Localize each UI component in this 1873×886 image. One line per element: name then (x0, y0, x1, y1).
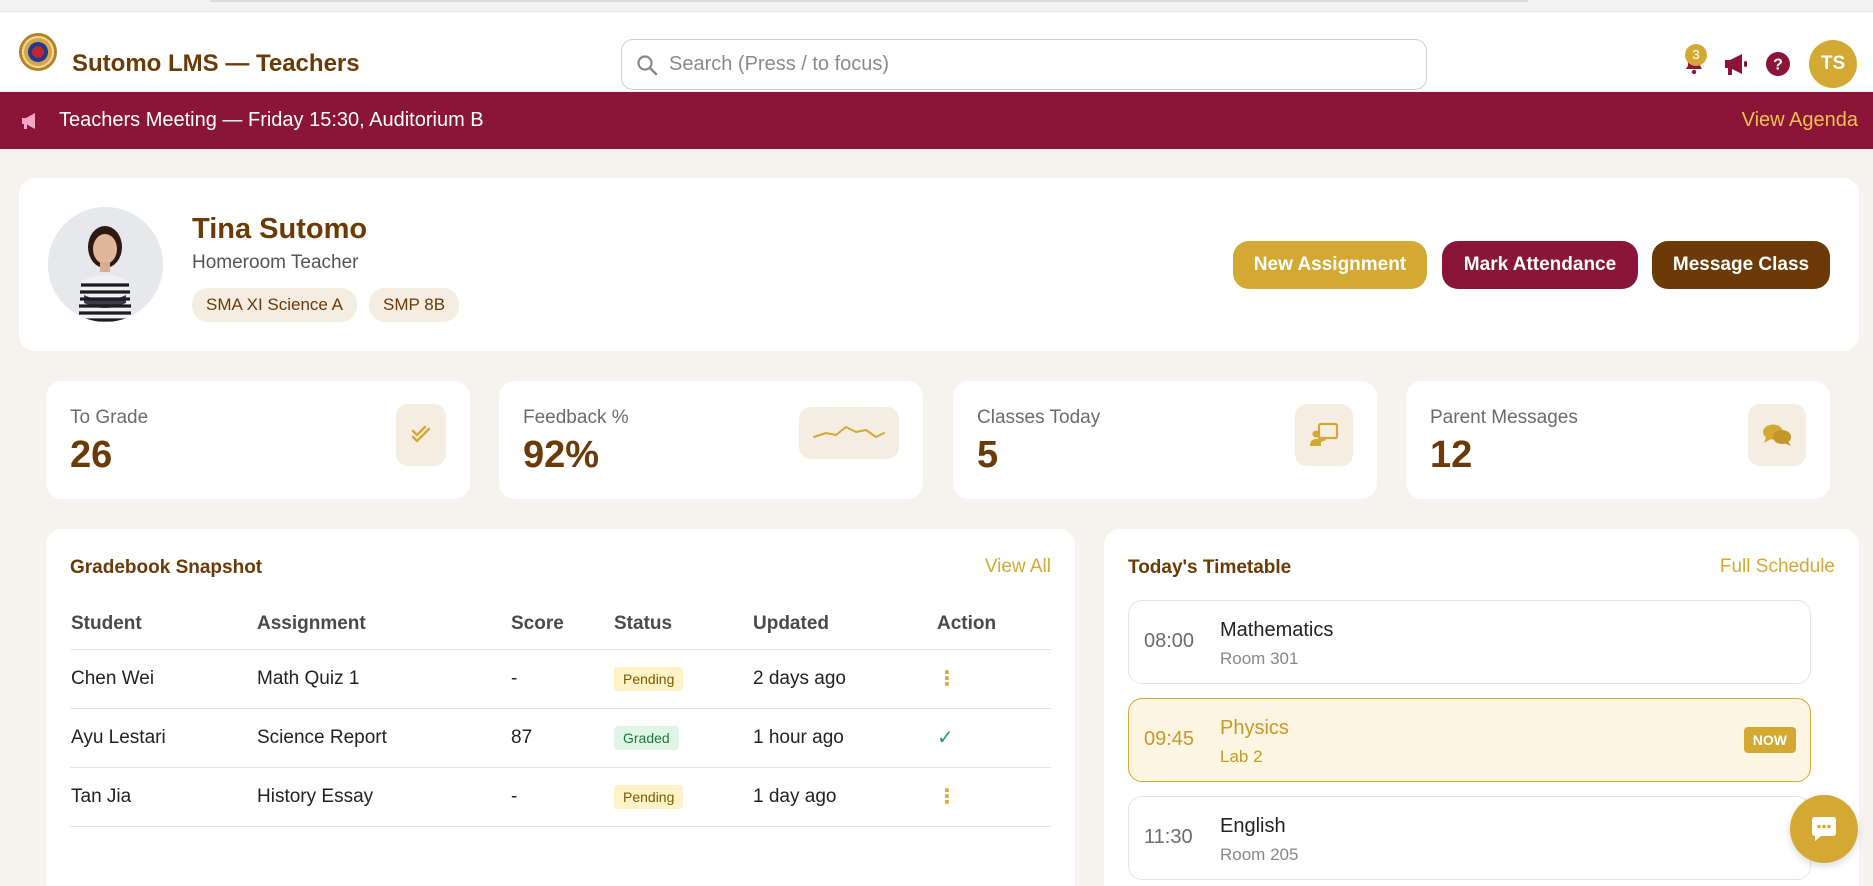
app-title: Sutomo LMS — Teachers (72, 50, 360, 77)
status-badge: Graded (614, 725, 679, 750)
timetable-slot[interactable]: 11:30 English Room 205 (1128, 796, 1811, 880)
column-header[interactable]: Status (613, 599, 752, 650)
teacher-portrait-image (48, 207, 163, 322)
slot-time: 09:45 (1144, 728, 1195, 750)
sparkline-icon (799, 407, 899, 459)
timetable-slot[interactable]: 08:00 Mathematics Room 301 (1128, 600, 1811, 684)
teacher-board-icon (1295, 404, 1353, 466)
score: - (510, 649, 613, 709)
stat-label: Classes Today (977, 407, 1101, 428)
status-badge: Pending (614, 784, 684, 809)
full-schedule-link[interactable]: Full Schedule (1720, 556, 1835, 578)
search-input[interactable] (669, 40, 1409, 89)
student-name: Tan Jia (70, 767, 256, 827)
assignment-name: Science Report (256, 708, 510, 768)
megaphone-icon (1725, 54, 1747, 75)
stat-card-parent-messages[interactable]: Parent Messages 12 (1406, 381, 1830, 499)
announcements-button[interactable] (1720, 48, 1752, 80)
notification-badge: 3 (1685, 44, 1707, 66)
announcement-bar: Teachers Meeting — Friday 15:30, Auditor… (0, 92, 1873, 149)
stat-label: To Grade (70, 407, 149, 428)
kebab-icon[interactable]: ⋮ (937, 786, 957, 808)
gradebook-panel: Gradebook Snapshot View All Student Assi… (46, 529, 1075, 886)
panel-title: Today's Timetable (1128, 557, 1292, 578)
slot-subject: Physics (1220, 717, 1289, 739)
stat-card-to-grade[interactable]: To Grade 26 (46, 381, 470, 499)
assignment-name: Math Quiz 1 (256, 649, 510, 709)
slot-room: Room 301 (1220, 649, 1299, 668)
gradebook-table: Student Assignment Score Status Updated … (70, 599, 1051, 827)
stat-label: Feedback % (523, 407, 629, 428)
view-all-link[interactable]: View All (985, 556, 1051, 578)
status-badge: Pending (614, 666, 684, 691)
stat-value: 5 (977, 434, 999, 476)
stat-value: 26 (70, 434, 113, 476)
slot-time: 08:00 (1144, 630, 1195, 652)
stat-label: Parent Messages (1430, 407, 1578, 428)
score: 87 (510, 708, 613, 768)
score: - (510, 767, 613, 827)
panel-title: Gradebook Snapshot (70, 557, 263, 578)
kebab-icon[interactable]: ⋮ (937, 668, 957, 690)
table-row[interactable]: Chen Wei Math Quiz 1 - Pending 2 days ag… (70, 649, 1051, 709)
chat-icon (1812, 817, 1836, 841)
column-header[interactable]: Updated (752, 599, 936, 650)
updated-time: 1 hour ago (752, 708, 936, 768)
school-logo[interactable] (19, 33, 57, 71)
slot-time: 11:30 (1144, 826, 1193, 848)
megaphone-icon (22, 113, 35, 129)
teacher-role: Homeroom Teacher (192, 252, 359, 273)
student-name: Ayu Lestari (70, 708, 256, 768)
check-icon: ✓ (937, 727, 954, 749)
search-box[interactable] (621, 39, 1427, 90)
view-agenda-link[interactable]: View Agenda (1742, 109, 1858, 132)
slot-subject: English (1220, 815, 1286, 837)
column-header: Action (936, 599, 1051, 650)
table-row[interactable]: Ayu Lestari Science Report 87 Graded 1 h… (70, 708, 1051, 768)
column-header[interactable]: Student (70, 599, 256, 650)
browser-top-strip (0, 0, 1873, 12)
stat-card-classes-today[interactable]: Classes Today 5 (953, 381, 1377, 499)
message-class-button[interactable]: Message Class (1652, 241, 1830, 289)
announcement-text: Teachers Meeting — Friday 15:30, Auditor… (59, 109, 484, 131)
student-name: Chen Wei (70, 649, 256, 709)
class-chip[interactable]: SMP 8B (369, 288, 460, 322)
stat-value: 12 (1430, 434, 1473, 476)
updated-time: 1 day ago (752, 767, 936, 827)
slot-room: Lab 2 (1220, 747, 1263, 766)
timetable-slot-current[interactable]: 09:45 Physics Lab 2 NOW (1128, 698, 1811, 782)
user-avatar[interactable]: TS (1809, 40, 1857, 88)
teacher-name: Tina Sutomo (192, 213, 368, 245)
mark-attendance-button[interactable]: Mark Attendance (1442, 241, 1638, 289)
profile-card: Tina Sutomo Homeroom Teacher SMA XI Scie… (19, 178, 1859, 351)
top-header: Sutomo LMS — Teachers 3 ? TS (0, 12, 1873, 92)
stat-card-feedback[interactable]: Feedback % 92% (499, 381, 923, 499)
class-chip[interactable]: SMA XI Science A (192, 288, 358, 322)
help-button[interactable]: ? (1762, 48, 1794, 80)
class-chips: SMA XI Science A SMP 8B (192, 288, 460, 322)
search-icon (637, 55, 658, 76)
now-badge: NOW (1743, 727, 1796, 753)
column-header[interactable]: Score (510, 599, 613, 650)
new-assignment-button[interactable]: New Assignment (1233, 241, 1427, 289)
profile-photo (48, 207, 163, 322)
slot-subject: Mathematics (1220, 619, 1334, 641)
double-check-icon (396, 404, 446, 466)
stat-value: 92% (523, 434, 600, 476)
assignment-name: History Essay (256, 767, 510, 827)
help-icon: ? (1766, 52, 1790, 76)
table-header-row: Student Assignment Score Status Updated … (70, 599, 1051, 650)
column-header[interactable]: Assignment (256, 599, 510, 650)
table-row[interactable]: Tan Jia History Essay - Pending 1 day ag… (70, 767, 1051, 827)
chat-button[interactable] (1790, 795, 1858, 863)
updated-time: 2 days ago (752, 649, 936, 709)
chat-bubbles-icon (1748, 404, 1806, 466)
svg-text:?: ? (1773, 57, 1783, 74)
timetable-panel: Today's Timetable Full Schedule 08:00 Ma… (1104, 529, 1859, 886)
slot-room: Room 205 (1220, 845, 1299, 864)
